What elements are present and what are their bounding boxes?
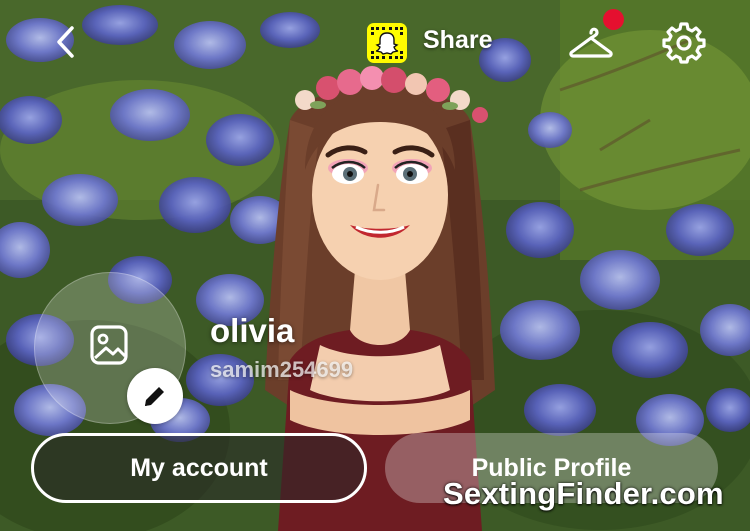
share-label[interactable]: Share <box>423 26 492 55</box>
image-icon <box>90 325 128 365</box>
notification-dot <box>603 9 624 30</box>
snapcode-icon <box>371 27 403 59</box>
display-name: olivia <box>210 312 295 349</box>
username: samim254699 <box>210 357 354 382</box>
gear-icon <box>662 22 706 64</box>
snapcode-button[interactable] <box>367 23 407 63</box>
back-button[interactable] <box>44 22 88 62</box>
settings-button[interactable] <box>660 18 708 66</box>
watermark: SextingFinder.com <box>443 476 724 511</box>
my-account-button[interactable]: My account <box>31 433 367 503</box>
chevron-left-icon <box>57 26 74 58</box>
pencil-icon <box>145 387 164 406</box>
edit-profile-button[interactable] <box>127 368 183 424</box>
